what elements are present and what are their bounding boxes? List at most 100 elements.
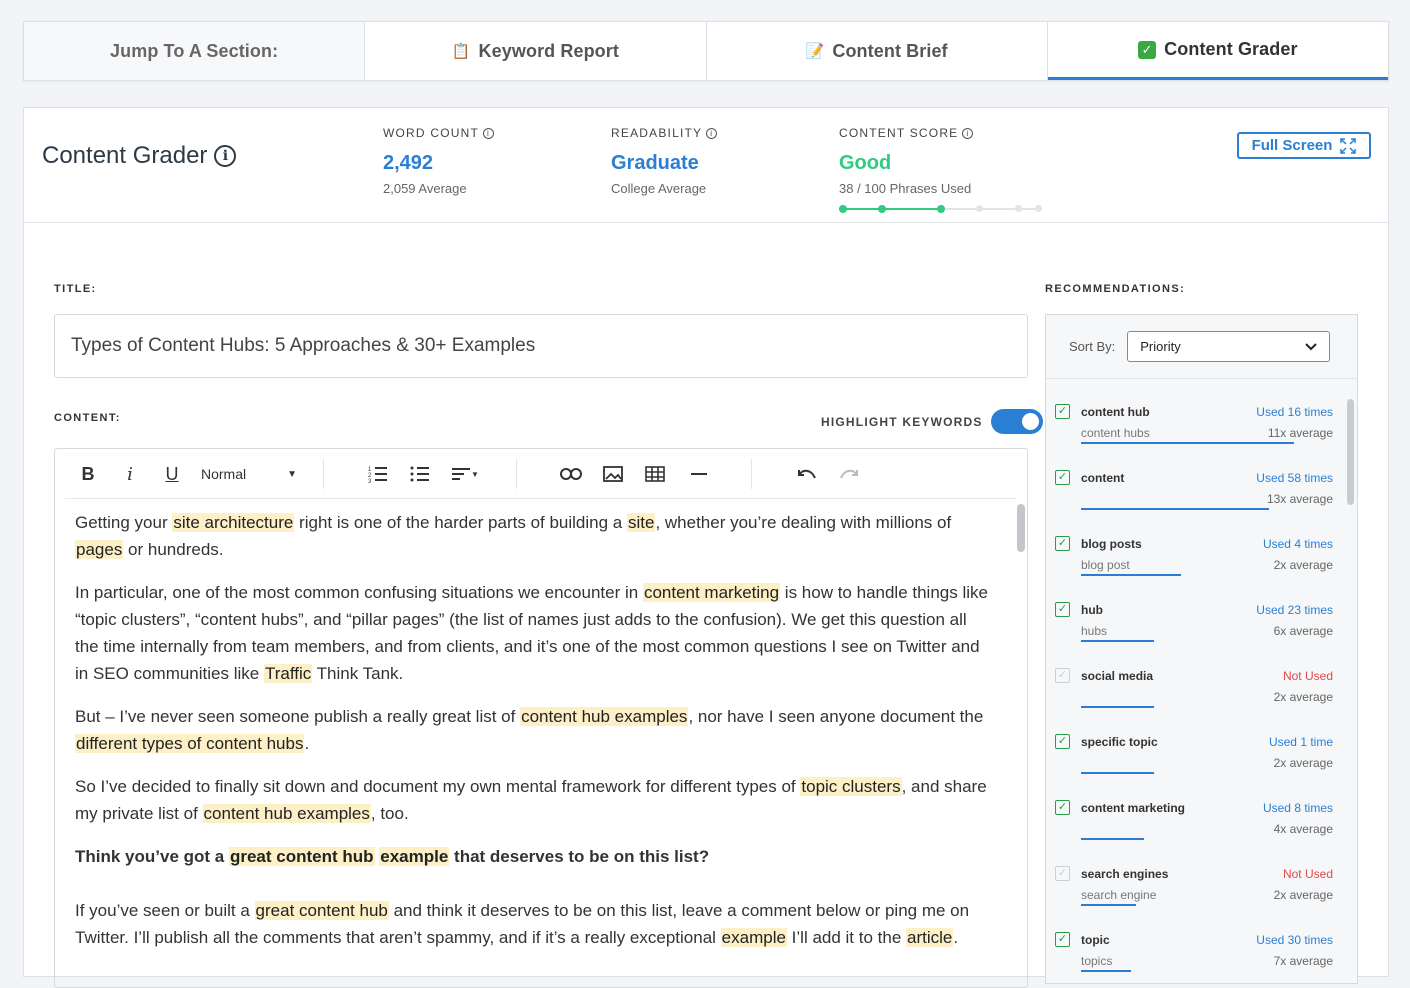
highlight-keywords-toggle[interactable]: HIGHLIGHT KEYWORDS (821, 409, 1043, 434)
format-select[interactable]: Normal ▼ (201, 460, 297, 488)
recommendation-item[interactable]: ✓ content marketing Used 8 times 4x average (1055, 787, 1335, 853)
align-dropdown[interactable]: ▼ (447, 460, 483, 488)
tab-keyword-report[interactable]: 📋 Keyword Report (365, 22, 707, 80)
usage-progress (1081, 970, 1331, 972)
recommendations-panel: Sort By: Priority ✓ content hub content hu… (1045, 314, 1358, 984)
check-box-icon: ✓ (1055, 404, 1070, 419)
recommendation-usage: Used 58 times (1256, 471, 1333, 485)
tab-content-brief[interactable]: 📝 Content Brief (707, 22, 1048, 80)
content-score-value: Good (839, 152, 892, 174)
tab-content-grader[interactable]: ✓ Content Grader (1047, 22, 1388, 80)
toggle-switch[interactable] (990, 409, 1043, 434)
recommendation-usage: Not Used (1282, 669, 1333, 683)
table-icon (645, 466, 665, 482)
recommendation-average: 2x average (1273, 756, 1333, 770)
link-button[interactable] (559, 460, 583, 488)
content-score-progress (839, 205, 1042, 213)
keyword-highlight: great content hub (254, 901, 389, 920)
keyword-highlight: article (906, 928, 954, 947)
text-segment: , too. (370, 804, 409, 823)
keyword-highlight: site architecture (172, 513, 295, 532)
bullet-list-button[interactable] (409, 460, 431, 488)
score-track-fill (839, 208, 937, 210)
ordered-list-button[interactable]: 123 (367, 460, 389, 488)
recommendation-item[interactable]: ✓ topic topics Used 30 times 7x average (1055, 919, 1335, 983)
usage-progress-fill (1081, 640, 1154, 642)
recommendation-item[interactable]: ✓ hub hubs Used 23 times 6x average (1055, 589, 1335, 655)
undo-button[interactable] (795, 460, 819, 488)
underline-button[interactable]: U (161, 460, 183, 488)
info-icon[interactable]: i (962, 127, 974, 139)
usage-progress (1081, 904, 1331, 906)
phrases-used: 38 / 100 Phrases Used (839, 181, 972, 196)
recommendation-keyword: search engines (1081, 867, 1169, 881)
full-screen-button[interactable]: Full Screen (1237, 132, 1371, 159)
recommendation-keyword: specific topic (1081, 735, 1158, 749)
article-paragraph: But – I’ve never seen someone publish a … (75, 703, 995, 757)
readability-average: College Average (611, 181, 707, 196)
recommendation-variant: blog post (1081, 558, 1130, 572)
italic-button[interactable]: i (119, 460, 141, 488)
recommendation-item[interactable]: ✓ content Used 58 times 13x average (1055, 457, 1335, 523)
text-segment: right is one of the harder parts of buil… (294, 513, 627, 532)
info-icon[interactable]: i (706, 127, 718, 139)
article-paragraph: Getting your site architecture right is … (75, 509, 995, 563)
recommendation-average: 2x average (1273, 690, 1333, 704)
recommendation-average: 2x average (1273, 558, 1333, 572)
content-label: CONTENT: (54, 412, 121, 424)
memo-icon: 📝 (805, 43, 825, 60)
content-editor[interactable]: B i U Normal ▼ 123 ▼ Getting your site a… (54, 448, 1028, 988)
expand-icon (1340, 137, 1357, 154)
usage-progress-fill (1081, 772, 1154, 774)
sort-label: Sort By: (1069, 339, 1116, 354)
readability-metric: READABILITY i Graduate College Average (611, 126, 718, 196)
editor-toolbar: B i U Normal ▼ 123 ▼ (65, 449, 1017, 499)
usage-progress (1081, 706, 1331, 708)
keyword-highlight: content hub examples (520, 707, 689, 726)
recommendation-average: 13x average (1266, 492, 1333, 506)
keyword-highlight: content marketing (642, 583, 781, 602)
text-segment: Getting your (75, 513, 173, 532)
recommendation-item[interactable]: ✓ content hub content hubs Used 16 times 11x… (1055, 391, 1335, 457)
recommendations-scrollbar[interactable] (1347, 399, 1354, 505)
score-step-dot (1015, 205, 1023, 212)
recommendation-variant: topics (1081, 954, 1113, 968)
bold-button[interactable]: B (77, 460, 99, 488)
recommendation-item[interactable]: ✓ search engines search engine Not Used 2x a… (1055, 853, 1335, 919)
recommendations-label: RECOMMENDATIONS: (1045, 283, 1186, 295)
usage-progress-fill (1081, 904, 1136, 906)
horizontal-rule-button[interactable] (687, 460, 711, 488)
recommendation-keyword: social media (1081, 669, 1154, 683)
recommendation-average: 4x average (1273, 822, 1333, 836)
editor-scrollbar[interactable] (1017, 504, 1025, 552)
sort-select[interactable]: Priority (1127, 331, 1331, 362)
score-step-dot (878, 205, 887, 213)
table-button[interactable] (643, 460, 667, 488)
recommendation-item[interactable]: ✓ social media Not Used 2x average (1055, 655, 1335, 721)
text-segment: . (953, 928, 959, 947)
recommendation-keyword: hub (1081, 603, 1103, 617)
article-paragraph: Think you’ve got a great content hub exa… (75, 843, 995, 870)
recommendation-item[interactable]: ✓ blog posts blog post Used 4 times 2x avera… (1055, 523, 1335, 589)
info-icon[interactable]: i (483, 127, 494, 139)
score-step-dot (976, 205, 984, 212)
redo-button[interactable] (837, 460, 861, 488)
info-icon[interactable]: i (214, 145, 237, 167)
word-count-metric: WORD COUNT i 2,492 2,059 Average (383, 126, 494, 196)
grader-header: Content Grader i WORD COUNT i 2,492 2,059… (24, 108, 1388, 223)
usage-progress (1081, 772, 1331, 774)
align-left-icon (452, 468, 471, 480)
usage-progress-fill (1081, 574, 1181, 576)
recommendation-item[interactable]: ✓ specific topic Used 1 time 2x average (1055, 721, 1335, 787)
recommendation-usage: Used 1 time (1268, 735, 1333, 749)
text-segment: In particular, one of the most common co… (75, 583, 643, 602)
article-paragraph: If you’ve seen or built a great content … (75, 897, 995, 951)
image-button[interactable] (601, 460, 625, 488)
text-segment: , whether you’re dealing with millions o… (655, 513, 952, 532)
title-input[interactable]: Types of Content Hubs: 5 Approaches & 30… (54, 314, 1028, 378)
readability-value: Graduate (611, 152, 699, 174)
editor-content[interactable]: Getting your site architecture right is … (75, 509, 995, 967)
usage-progress-fill (1081, 508, 1269, 510)
text-segment: Think you’ve got a (75, 847, 229, 866)
redo-icon (840, 469, 858, 479)
